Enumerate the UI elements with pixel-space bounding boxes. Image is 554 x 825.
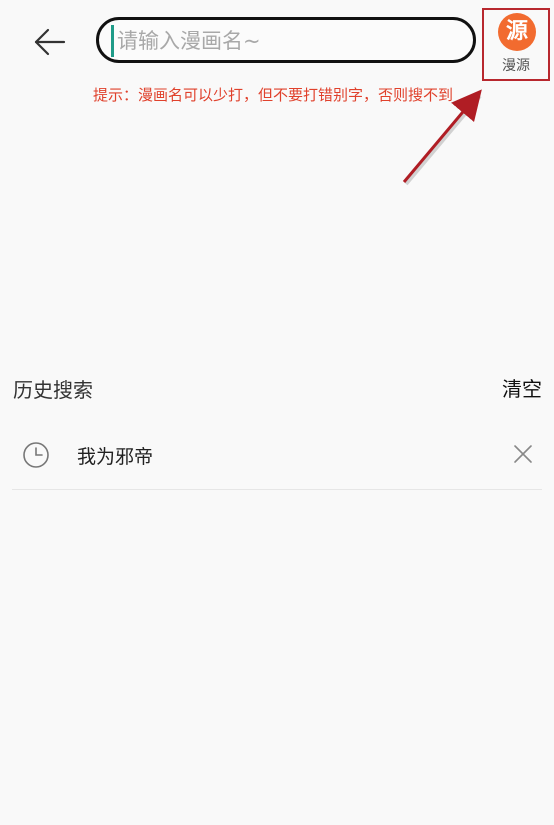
search-box[interactable] [96,17,476,63]
back-button[interactable] [30,24,70,60]
clock-icon [23,442,49,468]
search-input[interactable] [111,25,467,57]
source-badge-icon: 源 [498,13,536,51]
close-icon[interactable] [512,443,534,465]
arrow-left-icon [34,28,66,56]
source-button-label: 漫源 [502,58,530,74]
annotation-arrow-icon [402,89,482,186]
history-title: 历史搜索 [13,378,93,402]
comic-source-button[interactable]: 源 漫源 [482,8,550,81]
history-item[interactable]: 我为邪帝 [12,420,542,490]
clear-history-button[interactable]: 清空 [502,373,542,402]
history-item-text: 我为邪帝 [77,446,154,468]
